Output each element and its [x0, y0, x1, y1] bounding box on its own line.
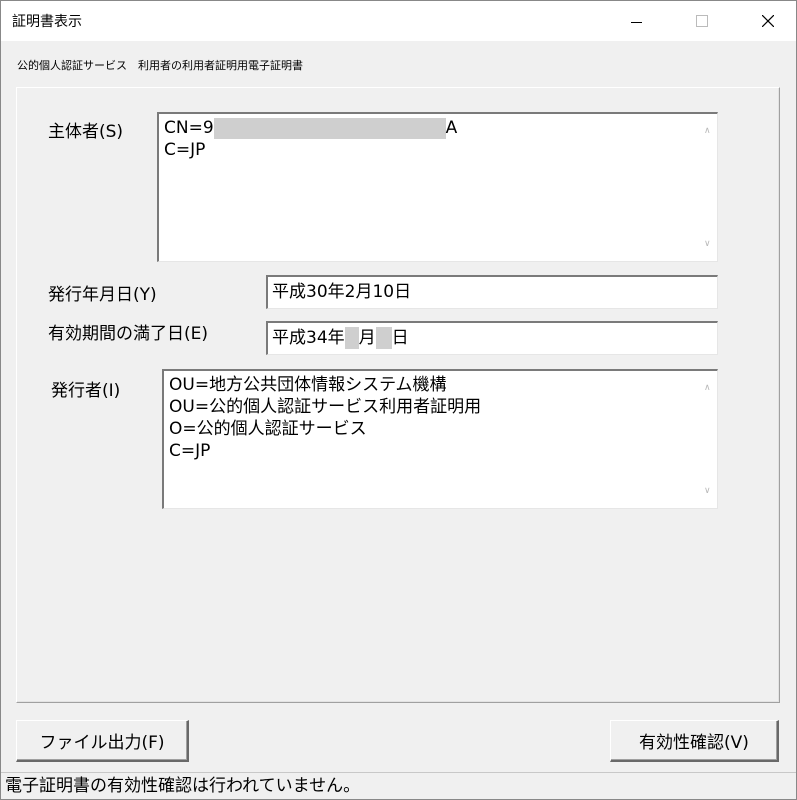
- status-bar: 電子証明書の有効性確認は行われていません。: [1, 772, 796, 799]
- subject-scrollbar[interactable]: ∧ ∨: [700, 114, 717, 261]
- certificate-window: 証明書表示 公的個人認証サービス 利用者の利用者証明用電子証明書 主体者(S) …: [0, 0, 797, 800]
- issuer-label: 発行者(I): [51, 381, 121, 401]
- export-file-button[interactable]: ファイル出力(F): [16, 720, 189, 762]
- subject-label: 主体者(S): [48, 122, 124, 142]
- subject-textarea[interactable]: CN=9 A C=JP ∧ ∨: [157, 112, 718, 262]
- issuer-line: OU=公的個人認証サービス利用者証明用: [169, 397, 482, 417]
- verify-validity-button[interactable]: 有効性確認(V): [610, 720, 779, 762]
- redacted-block: [213, 117, 446, 139]
- issuer-line: C=JP: [169, 441, 211, 461]
- subject-cn-suffix: A: [445, 118, 458, 138]
- certificate-type-label: 公的個人認証サービス 利用者の利用者証明用電子証明書: [17, 59, 303, 72]
- maximize-icon: [696, 15, 708, 27]
- redacted-block: [344, 327, 359, 349]
- scroll-up-icon[interactable]: ∧: [704, 120, 711, 142]
- scroll-down-icon[interactable]: ∨: [704, 233, 711, 255]
- scroll-up-icon[interactable]: ∧: [704, 377, 711, 399]
- maximize-button[interactable]: [679, 1, 725, 41]
- issue-date-field[interactable]: 平成30年2月10日: [266, 275, 718, 309]
- issuer-textarea[interactable]: OU=地方公共団体情報システム機構 OU=公的個人認証サービス利用者証明用 O=…: [162, 369, 718, 509]
- subject-lines: CN=9 A C=JP: [164, 117, 457, 161]
- expiry-date-year: 平成34年: [272, 328, 345, 348]
- issuer-line: OU=地方公共団体情報システム機構: [169, 375, 447, 395]
- expiry-date-label: 有効期間の満了日(E): [48, 324, 209, 344]
- title-bar[interactable]: 証明書表示: [1, 1, 796, 41]
- expiry-date-field[interactable]: 平成34年月日: [266, 321, 718, 355]
- subject-cn-prefix: CN=9: [164, 118, 214, 138]
- expiry-date-day-unit: 日: [391, 328, 409, 348]
- subject-country: C=JP: [164, 140, 206, 160]
- issuer-scrollbar[interactable]: ∧ ∨: [700, 371, 717, 508]
- scroll-down-icon[interactable]: ∨: [704, 480, 711, 502]
- window-title: 証明書表示: [12, 14, 82, 30]
- minimize-button[interactable]: [613, 1, 659, 41]
- redacted-block: [375, 327, 392, 349]
- issuer-lines: OU=地方公共団体情報システム機構 OU=公的個人認証サービス利用者証明用 O=…: [169, 374, 481, 462]
- close-button[interactable]: [745, 1, 791, 41]
- expiry-date-month-unit: 月: [358, 328, 376, 348]
- close-icon: [762, 15, 774, 27]
- issue-date-label: 発行年月日(Y): [48, 285, 157, 305]
- minimize-icon: [630, 21, 642, 23]
- issuer-line: O=公的個人認証サービス: [169, 419, 367, 439]
